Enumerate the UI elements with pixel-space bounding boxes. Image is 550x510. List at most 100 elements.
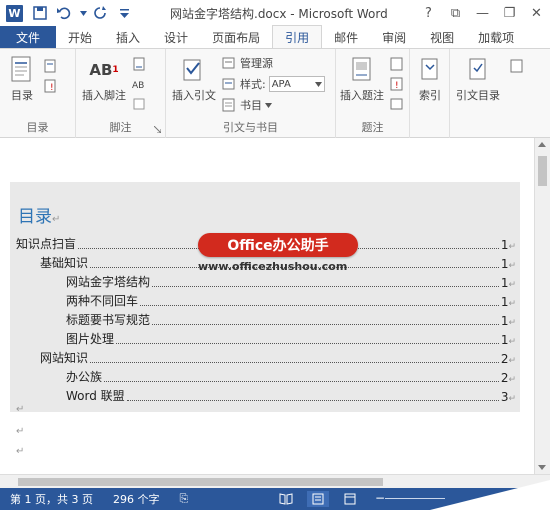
group-label-footnotes: 脚注 bbox=[109, 121, 132, 134]
undo-icon[interactable] bbox=[55, 3, 73, 23]
redo-icon[interactable] bbox=[91, 3, 109, 23]
toc-leader bbox=[104, 381, 499, 382]
tab-add-ins[interactable]: 加载项 bbox=[466, 26, 526, 48]
word-count[interactable]: 296 个字 bbox=[103, 491, 170, 507]
tab-file[interactable]: 文件 bbox=[0, 26, 57, 48]
toa-button-label: 引文目录 bbox=[456, 89, 500, 102]
cross-reference-button[interactable] bbox=[390, 95, 408, 113]
toc-button[interactable]: 目录 bbox=[8, 55, 36, 103]
cross-reference-icon bbox=[390, 98, 403, 110]
toc-page-number: 2↵ bbox=[500, 371, 516, 385]
tab-mailings[interactable]: 邮件 bbox=[322, 26, 370, 48]
update-table-button[interactable]: ! bbox=[44, 77, 62, 95]
toc-leader bbox=[140, 305, 499, 306]
vertical-scroll-thumb[interactable] bbox=[538, 156, 547, 186]
insert-citation-icon bbox=[180, 55, 208, 85]
customize-qat-icon[interactable] bbox=[115, 3, 133, 23]
style-dropdown[interactable]: APA bbox=[268, 76, 325, 92]
dialog-launcher-icon[interactable] bbox=[154, 126, 161, 133]
bibliography-icon bbox=[222, 98, 235, 112]
insert-caption-icon bbox=[348, 55, 376, 85]
toc-heading: 目录↵ bbox=[18, 202, 60, 227]
print-layout-icon[interactable] bbox=[307, 491, 329, 507]
undo-dropdown-icon[interactable] bbox=[79, 3, 87, 23]
group-captions: 插入题注 ! 题注 bbox=[336, 49, 410, 139]
scroll-up-icon[interactable] bbox=[538, 142, 546, 147]
insert-table-of-figures-button[interactable] bbox=[390, 55, 408, 73]
restore-icon[interactable]: ❐ bbox=[496, 0, 523, 26]
toc-entry[interactable]: 办公族 2↵ bbox=[66, 369, 516, 385]
insert-citation-button[interactable]: 插入引文 bbox=[172, 55, 216, 103]
toc-entry-text: 网站知识 bbox=[40, 351, 89, 365]
insert-toa-button[interactable] bbox=[510, 57, 528, 75]
help-icon[interactable]: ? bbox=[415, 0, 442, 26]
tab-insert[interactable]: 插入 bbox=[104, 26, 152, 48]
insert-endnote-button[interactable] bbox=[132, 55, 150, 73]
web-layout-icon[interactable] bbox=[339, 491, 361, 507]
status-bar: 第 1 页，共 3 页 296 个字 ⎘ − bbox=[0, 480, 550, 510]
paragraph-mark: ↵ bbox=[16, 446, 25, 457]
vertical-scrollbar[interactable] bbox=[534, 138, 550, 474]
tab-home[interactable]: 开始 bbox=[56, 26, 104, 48]
add-text-button[interactable] bbox=[44, 57, 62, 75]
save-icon[interactable] bbox=[31, 3, 49, 23]
word-logo-icon[interactable]: W bbox=[6, 4, 23, 22]
proofing-icon[interactable]: ⎘ bbox=[169, 492, 198, 506]
toc-field[interactable]: 目录↵ 知识点扫盲 1↵ 基础知识 1↵ 网站金字塔结构 1↵ 两种不同回车 1… bbox=[10, 182, 520, 415]
toc-leader bbox=[116, 343, 499, 344]
mark-entry-button[interactable]: 索引 bbox=[416, 55, 444, 103]
read-mode-icon[interactable] bbox=[275, 491, 297, 507]
ribbon-tabs: 文件 开始 插入 设计 页面布局 引用 邮件 审阅 视图 加载项 bbox=[0, 25, 550, 48]
toc-entry[interactable]: 标题要书写规范 1↵ bbox=[66, 312, 516, 328]
toc-page-number: 1↵ bbox=[500, 295, 516, 309]
toc-heading-text: 目录 bbox=[18, 207, 52, 227]
toc-leader bbox=[152, 286, 499, 287]
toc-entry[interactable]: 网站知识 2↵ bbox=[40, 350, 516, 366]
insert-footnote-button[interactable]: AB 1 插入脚注 bbox=[82, 55, 126, 103]
tab-design[interactable]: 设计 bbox=[152, 26, 200, 48]
ribbon-display-options-icon[interactable]: ⧉ bbox=[442, 0, 469, 26]
tab-references[interactable]: 引用 bbox=[272, 25, 323, 48]
paragraph-mark: ↵ bbox=[16, 426, 25, 437]
page-count[interactable]: 第 1 页，共 3 页 bbox=[0, 491, 103, 507]
manage-sources-button[interactable]: 管理源 bbox=[222, 54, 273, 72]
footnote-ab-text: AB bbox=[89, 61, 113, 79]
next-footnote-button[interactable]: AB bbox=[132, 75, 150, 93]
toc-leader bbox=[126, 400, 499, 401]
toc-entry[interactable]: Word 联盟 3↵ bbox=[66, 388, 516, 404]
toc-entry[interactable]: 图片处理 1↵ bbox=[66, 331, 516, 347]
scroll-down-icon[interactable] bbox=[538, 465, 546, 470]
toc-entry[interactable]: 网站金字塔结构 1↵ bbox=[66, 274, 516, 290]
style-icon bbox=[222, 78, 235, 90]
document-area[interactable]: 目录↵ 知识点扫盲 1↵ 基础知识 1↵ 网站金字塔结构 1↵ 两种不同回车 1… bbox=[0, 138, 550, 474]
insert-citation-label: 插入引文 bbox=[172, 89, 216, 102]
mark-citation-icon bbox=[464, 55, 492, 85]
group-toc: 目录 ! 目录 bbox=[0, 49, 76, 139]
toc-entry-text: Word 联盟 bbox=[66, 389, 125, 403]
zoom-out-icon[interactable]: − bbox=[375, 491, 385, 505]
toc-entry[interactable]: 两种不同回车 1↵ bbox=[66, 293, 516, 309]
toc-leader bbox=[90, 362, 499, 363]
toc-page-number: 2↵ bbox=[500, 352, 516, 366]
update-figures-button[interactable]: ! bbox=[390, 75, 408, 93]
style-selector: 样式: APA bbox=[222, 75, 325, 93]
insert-caption-button[interactable]: 插入题注 bbox=[340, 55, 384, 103]
show-notes-button[interactable] bbox=[132, 95, 150, 113]
view-buttons bbox=[275, 491, 371, 507]
tab-view[interactable]: 视图 bbox=[418, 26, 466, 48]
tab-review[interactable]: 审阅 bbox=[370, 26, 418, 48]
quick-access-toolbar: W bbox=[0, 0, 139, 26]
toc-entry-text: 知识点扫盲 bbox=[16, 237, 77, 251]
group-label-citations: 引文与书目 bbox=[223, 121, 278, 134]
bibliography-button[interactable]: 书目 bbox=[222, 96, 272, 114]
toc-entry-text: 两种不同回车 bbox=[66, 294, 139, 308]
toc-entry-text: 基础知识 bbox=[40, 256, 89, 270]
close-icon[interactable]: ✕ bbox=[523, 0, 550, 26]
insert-footnote-label: 插入脚注 bbox=[82, 89, 126, 102]
tab-page-layout[interactable]: 页面布局 bbox=[200, 26, 272, 48]
index-button-label: 索引 bbox=[419, 89, 441, 102]
horizontal-scroll-thumb[interactable] bbox=[18, 478, 383, 486]
toc-page-number: 1↵ bbox=[500, 276, 516, 290]
mark-citation-button[interactable]: 引文目录 bbox=[456, 55, 500, 103]
minimize-icon[interactable]: — bbox=[469, 0, 496, 26]
